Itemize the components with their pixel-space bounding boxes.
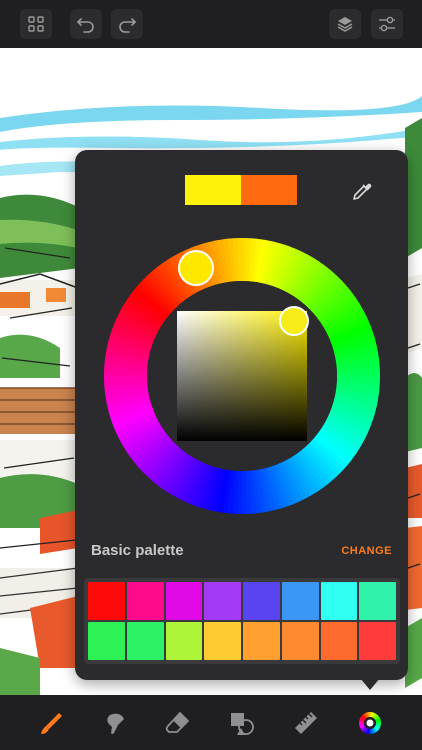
palette-swatch[interactable] <box>204 582 241 620</box>
palette-swatch[interactable] <box>88 622 125 660</box>
palette-swatch[interactable] <box>126 622 164 660</box>
palette-swatch[interactable] <box>359 622 396 660</box>
eraser-tool-button[interactable] <box>162 707 194 739</box>
brush-tool-button[interactable] <box>35 707 67 739</box>
ruler-icon <box>295 712 317 734</box>
eyedropper-button[interactable] <box>347 176 377 206</box>
palette-swatch[interactable] <box>165 582 203 620</box>
change-palette-button[interactable]: CHANGE <box>341 545 392 557</box>
layers-icon <box>337 17 353 32</box>
grid-icon <box>28 16 44 32</box>
palette-swatch[interactable] <box>359 582 396 620</box>
shapes-icon <box>231 713 254 735</box>
palette-swatch[interactable] <box>243 582 280 620</box>
color-selector-handle[interactable] <box>279 306 309 336</box>
bottom-toolbar <box>0 695 422 750</box>
shapes-tool-button[interactable] <box>226 707 258 739</box>
gallery-button[interactable] <box>20 9 52 39</box>
eyedropper-icon <box>353 183 372 200</box>
color-wheel[interactable] <box>103 236 381 516</box>
palette-swatch[interactable] <box>320 582 358 620</box>
eraser-icon <box>165 712 189 733</box>
palette-swatch[interactable] <box>165 622 203 660</box>
color-wheel-icon <box>359 712 381 734</box>
palette-swatch[interactable] <box>204 622 241 660</box>
palette-swatch[interactable] <box>88 582 125 620</box>
palette-title: Basic palette <box>91 542 184 559</box>
sliders-icon <box>379 16 395 32</box>
adjustments-button[interactable] <box>371 9 403 39</box>
undo-button[interactable] <box>70 9 102 39</box>
brush-icon <box>41 713 62 734</box>
color-tool-button[interactable] <box>354 707 386 739</box>
previous-color-swatch[interactable] <box>241 175 297 205</box>
hue-selector-handle[interactable] <box>178 250 214 286</box>
redo-icon <box>119 18 136 33</box>
palette-swatch[interactable] <box>126 582 164 620</box>
layers-button[interactable] <box>329 9 361 39</box>
palette-swatch[interactable] <box>281 582 319 620</box>
palette-swatch[interactable] <box>320 622 358 660</box>
smudge-tool-button[interactable] <box>100 707 132 739</box>
panel-pointer <box>360 678 380 690</box>
smudge-icon <box>107 713 124 734</box>
current-color-swatch[interactable] <box>185 175 241 205</box>
color-picker-panel: Basic palette CHANGE <box>75 150 408 680</box>
palette-swatch[interactable] <box>281 622 319 660</box>
palette-swatch[interactable] <box>243 622 280 660</box>
redo-button[interactable] <box>111 9 143 39</box>
ruler-tool-button[interactable] <box>290 707 322 739</box>
top-toolbar <box>0 0 422 48</box>
undo-icon <box>77 18 94 33</box>
palette-grid <box>84 578 400 664</box>
